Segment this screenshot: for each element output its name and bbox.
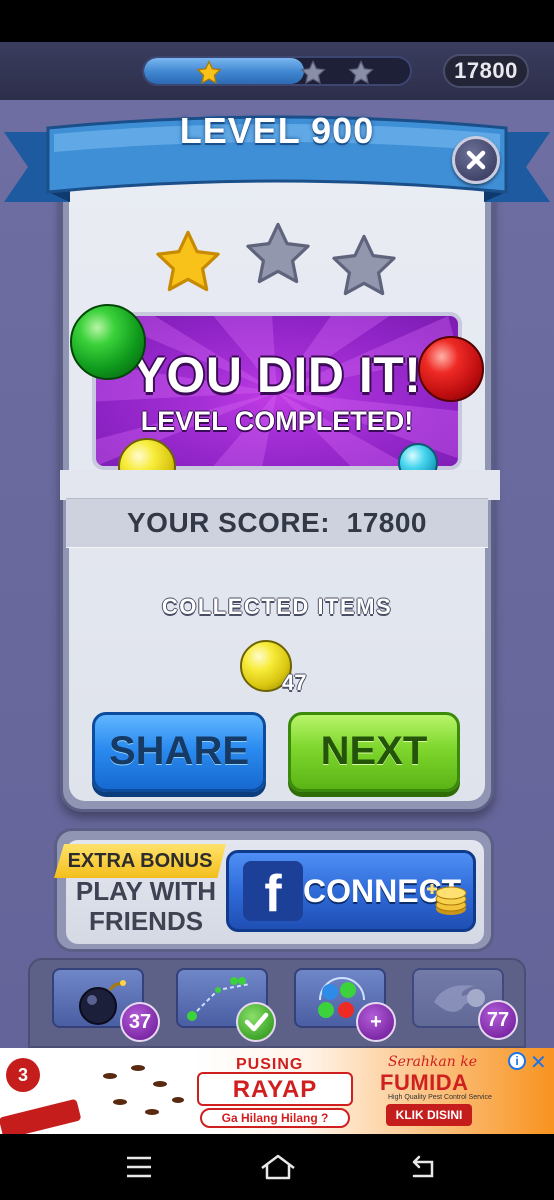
check-icon	[244, 1012, 269, 1032]
play-with-line: PLAY WITH	[75, 876, 217, 906]
termites-icon	[103, 1065, 184, 1115]
recent-apps-icon[interactable]	[124, 1154, 154, 1180]
progress-star-grey-icon	[300, 60, 326, 84]
color-balls-add-badge[interactable]: +	[356, 1002, 396, 1042]
score-progress-fill	[144, 58, 304, 84]
score-progress-bar	[142, 56, 412, 86]
ad-tagline: High Quality Pest Control Service	[388, 1094, 492, 1101]
collected-count: 47	[282, 670, 307, 695]
android-nav-bar	[0, 1134, 554, 1200]
ad-close-icon[interactable]: ✕	[530, 1050, 547, 1075]
collected-items-label: COLLECTED ITEMS	[161, 594, 393, 619]
ad-info-icon[interactable]: i	[508, 1052, 526, 1070]
bomb-count-badge: 37	[120, 1002, 160, 1042]
progress-star-gold-icon	[196, 60, 222, 84]
facebook-connect-button[interactable]: f CONNECT	[226, 850, 476, 932]
share-button[interactable]: SHARE	[92, 712, 266, 792]
ad-rayap-text: RAYAP	[232, 1076, 318, 1103]
status-bar	[0, 0, 554, 42]
score-value: 17800	[346, 507, 427, 538]
ad-fumida-logo: FUMIDA	[380, 1070, 469, 1095]
banner-subtitle: LEVEL COMPLETED!	[140, 406, 414, 436]
aim-line-active-badge	[236, 1002, 276, 1042]
hud-score: 17800	[443, 54, 529, 88]
banner-title: YOU DID IT!	[132, 347, 422, 403]
next-button[interactable]: NEXT	[288, 712, 460, 792]
back-icon[interactable]	[406, 1154, 438, 1182]
extra-bonus-tag: EXTRA BONUS	[54, 844, 226, 878]
coins-plus-icon	[427, 884, 467, 915]
green-ball-icon	[70, 304, 146, 380]
progress-star-grey-icon	[348, 60, 374, 84]
ad-serahkan-text: Serahkan ke	[388, 1054, 477, 1070]
ad-badge: 3	[6, 1058, 40, 1092]
friends-line: FRIENDS	[88, 906, 204, 936]
ad-rayap-box: RAYAP	[197, 1072, 353, 1106]
star-empty-icon	[332, 234, 396, 296]
star-earned-icon	[156, 230, 220, 292]
star-empty-icon	[246, 222, 310, 284]
ad-klik-disini-button[interactable]: KLIK DISINI	[386, 1104, 472, 1126]
close-icon	[466, 150, 486, 170]
score-label: YOUR SCORE:	[126, 507, 331, 538]
ad-spray-illustration	[0, 1098, 82, 1134]
home-icon[interactable]	[258, 1152, 298, 1182]
banner-bottom-mask	[60, 470, 500, 500]
ad-ga-hilang-text: Ga Hilang Hilang ?	[200, 1108, 350, 1128]
red-ball-icon	[418, 336, 484, 402]
facebook-logo-icon: f	[243, 861, 303, 923]
close-button[interactable]	[452, 136, 500, 184]
play-with-friends-text: PLAY WITH FRIENDS	[68, 876, 224, 936]
fireball-count-badge: 77	[478, 1000, 518, 1040]
score-row: YOUR SCORE: 17800	[66, 498, 488, 548]
